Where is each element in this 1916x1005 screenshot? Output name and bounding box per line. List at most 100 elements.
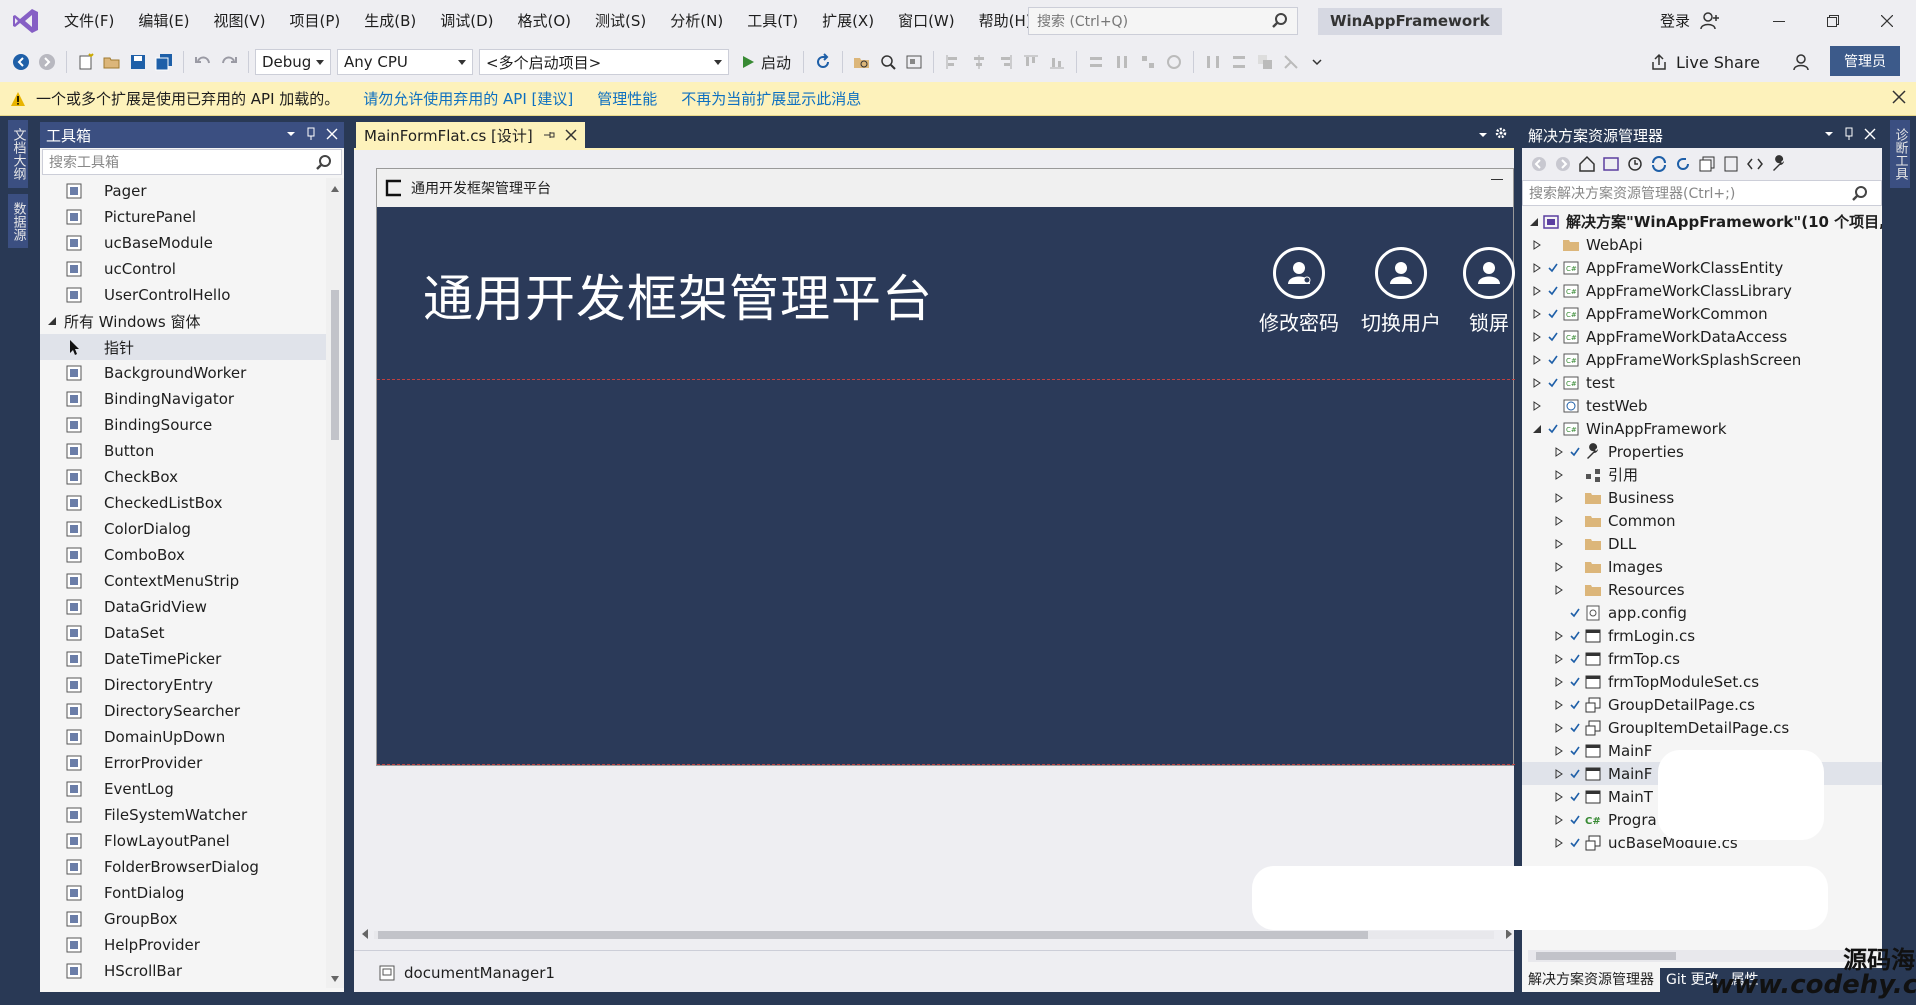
solution-tree-node[interactable]: WebApi (1522, 233, 1882, 256)
document-manager-area[interactable] (377, 379, 1515, 765)
wrench-icon[interactable] (1770, 155, 1788, 173)
startup-project-dropdown[interactable]: <多个启动项目> (479, 49, 729, 75)
menu-build[interactable]: 生成(B) (352, 0, 428, 42)
toolbox-item[interactable]: UserControlHello (40, 282, 326, 308)
undo-button[interactable] (190, 48, 216, 76)
collapsed-arrow-icon[interactable] (1555, 492, 1563, 503)
make-same-height-button[interactable] (1109, 48, 1135, 76)
solution-tree-node[interactable]: C# WinAppFramework (1522, 417, 1882, 440)
component-document-manager[interactable]: documentManager1 (404, 964, 555, 982)
solution-tree-node[interactable]: Resources (1522, 578, 1882, 601)
diagnostic-tools-tab[interactable]: 诊断工具 (1890, 120, 1910, 188)
collapsed-arrow-icon[interactable] (1555, 469, 1563, 480)
live-share-button[interactable]: Live Share (1650, 48, 1810, 76)
align-bottoms-button[interactable] (1044, 48, 1070, 76)
collapsed-arrow-icon[interactable] (1533, 354, 1541, 365)
toolbox-item[interactable]: ColorDialog (40, 516, 326, 542)
toolbox-item[interactable]: BackgroundWorker (40, 360, 326, 386)
scroll-left-icon[interactable] (362, 929, 368, 939)
tree-arrow[interactable] (1530, 307, 1544, 321)
tree-arrow[interactable] (1552, 744, 1566, 758)
toolbox-item[interactable]: ContextMenuStrip (40, 568, 326, 594)
solution-tree-node[interactable]: DLL (1522, 532, 1882, 555)
data-sources-tab[interactable]: 数据源 (8, 194, 28, 248)
sync-icon[interactable] (1650, 155, 1668, 173)
toolbox-item[interactable]: ucBaseModule (40, 230, 326, 256)
tree-arrow[interactable] (1552, 560, 1566, 574)
toolbox-item[interactable]: DateTimePicker (40, 646, 326, 672)
solution-root-node[interactable]: 解决方案"WinAppFramework"(10 个项目, (1522, 210, 1882, 233)
tree-arrow[interactable] (1552, 836, 1566, 850)
toolbox-item[interactable]: FolderBrowserDialog (40, 854, 326, 880)
tree-arrow[interactable] (1552, 606, 1566, 620)
pin-icon[interactable] (1844, 126, 1854, 142)
menu-view[interactable]: 视图(V) (202, 0, 278, 42)
collapsed-arrow-icon[interactable] (1533, 285, 1541, 296)
solution-tree-node[interactable]: Properties (1522, 440, 1882, 463)
collapsed-arrow-icon[interactable] (1533, 377, 1541, 388)
quick-search-input[interactable]: 搜索 (Ctrl+Q) (1028, 7, 1298, 35)
menu-extensions[interactable]: 扩展(X) (810, 0, 886, 42)
show-all-files-icon[interactable] (1722, 155, 1740, 173)
solution-tree-node[interactable]: Common (1522, 509, 1882, 532)
sign-in-button[interactable]: 登录 (1660, 0, 1720, 42)
menu-debug[interactable]: 调试(D) (428, 0, 505, 42)
solution-tree-node[interactable]: C# AppFrameWorkSplashScreen (1522, 348, 1882, 371)
toolbox-item[interactable]: FlowLayoutPanel (40, 828, 326, 854)
solution-tree-node[interactable]: app.config (1522, 601, 1882, 624)
solution-search-input[interactable]: 搜索解决方案资源管理器(Ctrl+;) (1522, 180, 1882, 206)
scroll-down-icon[interactable] (331, 976, 339, 982)
close-icon[interactable] (326, 126, 338, 142)
make-same-size-button[interactable] (1135, 48, 1161, 76)
collapsed-arrow-icon[interactable] (1555, 676, 1563, 687)
collapsed-arrow-icon[interactable] (1555, 561, 1563, 572)
collapsed-arrow-icon[interactable] (1533, 400, 1541, 411)
solution-tree-node[interactable]: C# AppFrameWorkDataAccess (1522, 325, 1882, 348)
solution-tree-node[interactable]: C# AppFrameWorkClassEntity (1522, 256, 1882, 279)
toolbox-scroll-thumb[interactable] (331, 290, 339, 440)
tree-arrow[interactable] (1530, 399, 1544, 413)
collapsed-arrow-icon[interactable] (1555, 745, 1563, 756)
open-file-button[interactable] (99, 48, 125, 76)
allow-deprecated-api-link[interactable]: 请勿允许使用弃用的 API [建议] (363, 88, 573, 109)
toolbox-item[interactable]: FontDialog (40, 880, 326, 906)
toolbox-item[interactable]: DirectoryEntry (40, 672, 326, 698)
tab-list-dropdown-icon[interactable] (1478, 128, 1488, 142)
toolbox-search-input[interactable]: 搜索工具箱 (42, 149, 342, 175)
tab-order-button[interactable] (1278, 48, 1304, 76)
navigate-forward-button[interactable] (34, 48, 60, 76)
close-icon[interactable] (1864, 126, 1876, 142)
collapsed-arrow-icon[interactable] (1555, 446, 1563, 457)
collapsed-arrow-icon[interactable] (1555, 722, 1563, 733)
refresh-button[interactable] (810, 48, 836, 76)
collapsed-arrow-icon[interactable] (1555, 699, 1563, 710)
chevron-down-icon[interactable] (286, 126, 296, 142)
solution-tree-node[interactable]: C# AppFrameWorkCommon (1522, 302, 1882, 325)
tree-arrow[interactable] (1552, 537, 1566, 551)
layout-toolbar-button[interactable] (901, 48, 927, 76)
tab-mainformflat-design[interactable]: MainFormFlat.cs [设计] (356, 122, 585, 148)
tree-arrow[interactable] (1552, 468, 1566, 482)
switch-user-button[interactable]: 切换用户 (1361, 247, 1441, 336)
solution-tree-node[interactable]: frmTopModuleSet.cs (1522, 670, 1882, 693)
menu-test[interactable]: 测试(S) (583, 0, 658, 42)
vertical-spacing-button[interactable] (1226, 48, 1252, 76)
collapsed-arrow-icon[interactable] (1555, 814, 1563, 825)
scroll-thumb[interactable] (378, 931, 1368, 939)
start-debugging-button[interactable]: 启动 (735, 48, 797, 76)
home-icon[interactable] (1578, 155, 1596, 173)
menu-analyze[interactable]: 分析(N) (658, 0, 735, 42)
designed-form[interactable]: 通用开发框架管理平台 通用开发框架管理平台 修改密码 切换用户 锁屏 (376, 168, 1515, 766)
solution-tree-node[interactable]: C# AppFrameWorkClassLibrary (1522, 279, 1882, 302)
tree-arrow[interactable] (1552, 813, 1566, 827)
tree-arrow[interactable] (1552, 629, 1566, 643)
solution-tree-node[interactable]: GroupItemDetailPage.cs (1522, 716, 1882, 739)
collapsed-arrow-icon[interactable] (1533, 331, 1541, 342)
toolbox-item[interactable]: ucControl (40, 256, 326, 282)
collapsed-arrow-icon[interactable] (1533, 308, 1541, 319)
solution-tree-node[interactable]: GroupDetailPage.cs (1522, 693, 1882, 716)
tab-solution-explorer[interactable]: 解决方案资源管理器 (1522, 968, 1660, 992)
close-infobar-button[interactable] (1892, 90, 1906, 104)
collapsed-arrow-icon[interactable] (1555, 630, 1563, 641)
expanded-arrow-icon[interactable] (1533, 424, 1541, 433)
